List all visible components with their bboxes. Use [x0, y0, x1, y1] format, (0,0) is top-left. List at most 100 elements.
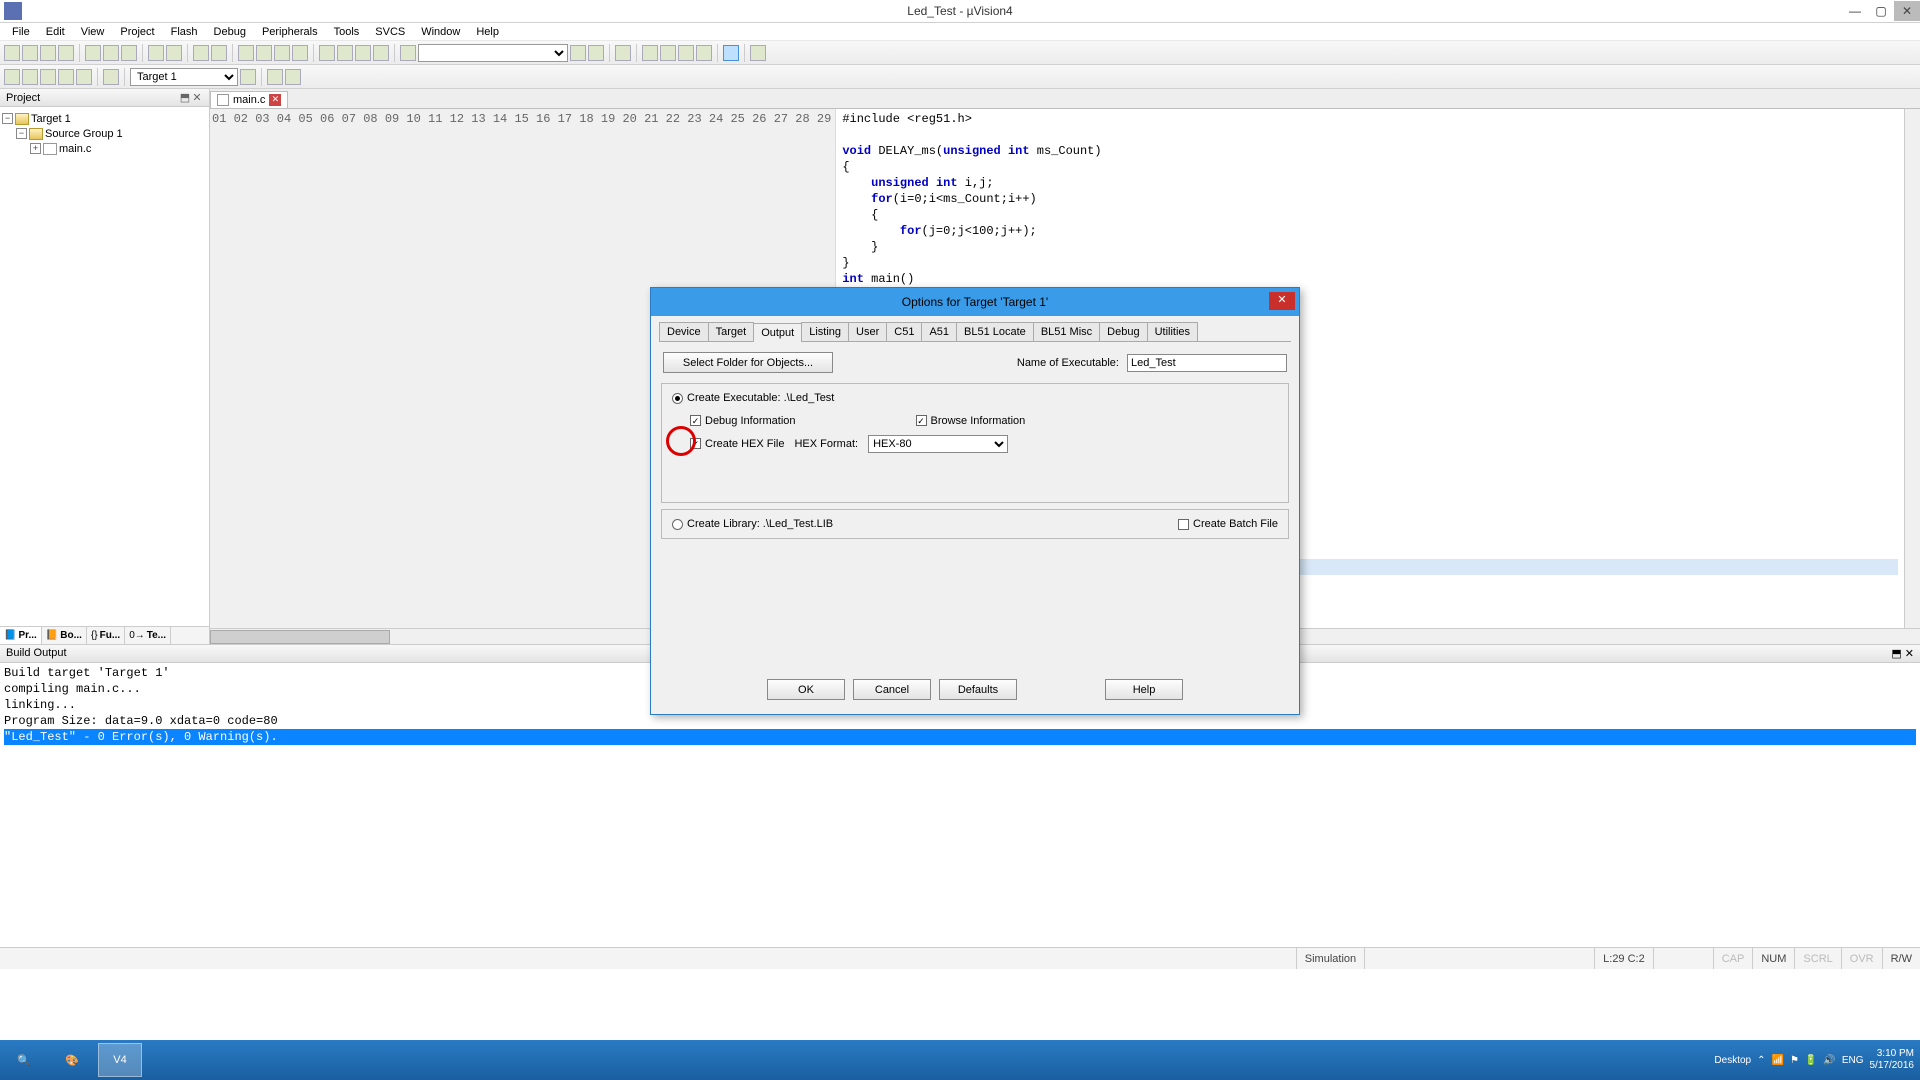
- name-exe-input[interactable]: [1127, 354, 1287, 372]
- menu-tools[interactable]: Tools: [326, 26, 368, 38]
- outdent-icon[interactable]: [337, 45, 353, 61]
- tab-bl51-misc[interactable]: BL51 Misc: [1033, 322, 1100, 341]
- tab-target[interactable]: Target: [708, 322, 755, 341]
- breakpoint-disable-icon[interactable]: [678, 45, 694, 61]
- project-tree[interactable]: −Target 1 −Source Group 1 +main.c: [0, 107, 209, 626]
- find-combo[interactable]: [418, 44, 568, 62]
- tree-expand-icon[interactable]: −: [16, 128, 27, 139]
- tab-utilities[interactable]: Utilities: [1147, 322, 1198, 341]
- cancel-button[interactable]: Cancel: [853, 679, 931, 700]
- tab-functions[interactable]: {} Fu...: [87, 627, 125, 644]
- create-batch-check[interactable]: Create Batch File: [1178, 518, 1278, 530]
- manage-components-icon[interactable]: [267, 69, 283, 85]
- find-icon[interactable]: [400, 45, 416, 61]
- target-select[interactable]: Target 1: [130, 68, 238, 86]
- create-hex-check[interactable]: Create HEX File: [690, 438, 784, 450]
- tab-listing[interactable]: Listing: [801, 322, 849, 341]
- maximize-button[interactable]: ▢: [1868, 1, 1894, 21]
- dialog-close-button[interactable]: ✕: [1269, 292, 1295, 310]
- menu-peripherals[interactable]: Peripherals: [254, 26, 326, 38]
- comment-icon[interactable]: [355, 45, 371, 61]
- menu-debug[interactable]: Debug: [206, 26, 254, 38]
- pane-close-icon[interactable]: ✕: [191, 91, 203, 104]
- rebuild-icon[interactable]: [40, 69, 56, 85]
- tray-battery-icon[interactable]: 🔋: [1805, 1055, 1817, 1066]
- copy-icon[interactable]: [103, 45, 119, 61]
- tab-project[interactable]: 📘 Pr...: [0, 627, 42, 644]
- taskbar-app-1[interactable]: 🔍: [2, 1043, 46, 1077]
- tree-expand-icon[interactable]: −: [2, 113, 13, 124]
- nav-back-icon[interactable]: [193, 45, 209, 61]
- tab-output[interactable]: Output: [753, 323, 802, 342]
- pane-pin-icon[interactable]: ⬒: [1891, 648, 1901, 660]
- minimize-button[interactable]: —: [1842, 1, 1868, 21]
- create-exe-radio[interactable]: Create Executable: .\Led_Test: [672, 392, 834, 404]
- breakpoint-kill-icon[interactable]: [696, 45, 712, 61]
- pane-close-icon[interactable]: ✕: [1905, 648, 1914, 660]
- incremental-find-icon[interactable]: [588, 45, 604, 61]
- tree-expand-icon[interactable]: +: [30, 143, 41, 154]
- tab-debug[interactable]: Debug: [1099, 322, 1147, 341]
- menu-help[interactable]: Help: [468, 26, 507, 38]
- taskbar-app-uvision[interactable]: V4: [98, 1043, 142, 1077]
- ok-button[interactable]: OK: [767, 679, 845, 700]
- cut-icon[interactable]: [85, 45, 101, 61]
- close-button[interactable]: ✕: [1894, 1, 1920, 21]
- tree-group[interactable]: Source Group 1: [45, 128, 123, 140]
- redo-icon[interactable]: [166, 45, 182, 61]
- undo-icon[interactable]: [148, 45, 164, 61]
- configure-icon[interactable]: [750, 45, 766, 61]
- tray-clock[interactable]: 3:10 PM 5/17/2016: [1870, 1048, 1915, 1072]
- tab-device[interactable]: Device: [659, 322, 709, 341]
- menu-svcs[interactable]: SVCS: [367, 26, 413, 38]
- save-all-icon[interactable]: [58, 45, 74, 61]
- bookmark-next-icon[interactable]: [274, 45, 290, 61]
- browse-info-check[interactable]: Browse Information: [916, 415, 1026, 427]
- tab-user[interactable]: User: [848, 322, 887, 341]
- tray-network-icon[interactable]: 📶: [1772, 1055, 1784, 1066]
- paste-icon[interactable]: [121, 45, 137, 61]
- menu-view[interactable]: View: [73, 26, 113, 38]
- translate-icon[interactable]: [4, 69, 20, 85]
- tray-chevron-icon[interactable]: ⌃: [1757, 1055, 1765, 1066]
- find-in-files-icon[interactable]: [570, 45, 586, 61]
- target-options-icon[interactable]: [240, 69, 256, 85]
- vertical-scrollbar[interactable]: [1904, 109, 1920, 628]
- menu-file[interactable]: File: [4, 26, 38, 38]
- tray-volume-icon[interactable]: 🔊: [1823, 1055, 1835, 1066]
- select-folder-button[interactable]: Select Folder for Objects...: [663, 352, 833, 373]
- tab-books[interactable]: 📙 Bo...: [42, 627, 87, 644]
- uncomment-icon[interactable]: [373, 45, 389, 61]
- save-icon[interactable]: [40, 45, 56, 61]
- download-icon[interactable]: [103, 69, 119, 85]
- stop-build-icon[interactable]: [76, 69, 92, 85]
- debug-info-check[interactable]: Debug Information: [690, 415, 796, 427]
- open-icon[interactable]: [22, 45, 38, 61]
- breakpoint-enable-icon[interactable]: [660, 45, 676, 61]
- file-tab-main[interactable]: main.c ✕: [210, 91, 288, 108]
- indent-icon[interactable]: [319, 45, 335, 61]
- hex-format-select[interactable]: HEX-80: [868, 435, 1008, 453]
- bookmark-prev-icon[interactable]: [256, 45, 272, 61]
- tab-a51[interactable]: A51: [921, 322, 957, 341]
- bookmark-icon[interactable]: [238, 45, 254, 61]
- file-extensions-icon[interactable]: [285, 69, 301, 85]
- build-icon[interactable]: [22, 69, 38, 85]
- menu-flash[interactable]: Flash: [163, 26, 206, 38]
- batch-build-icon[interactable]: [58, 69, 74, 85]
- tab-templates[interactable]: 0→ Te...: [125, 627, 171, 644]
- tab-bl51-locate[interactable]: BL51 Locate: [956, 322, 1034, 341]
- pane-pin-icon[interactable]: ⬒: [179, 91, 191, 104]
- help-button[interactable]: Help: [1105, 679, 1183, 700]
- create-lib-radio[interactable]: Create Library: .\Led_Test.LIB: [672, 518, 833, 530]
- new-icon[interactable]: [4, 45, 20, 61]
- desktop-button[interactable]: Desktop: [1714, 1055, 1751, 1066]
- tray-action-icon[interactable]: ⚑: [1790, 1055, 1799, 1066]
- tab-c51[interactable]: C51: [886, 322, 922, 341]
- window-layout-icon[interactable]: [723, 45, 739, 61]
- file-tab-close-icon[interactable]: ✕: [269, 94, 281, 106]
- menu-edit[interactable]: Edit: [38, 26, 73, 38]
- tree-target[interactable]: Target 1: [31, 113, 71, 125]
- dialog-titlebar[interactable]: Options for Target 'Target 1' ✕: [651, 288, 1299, 316]
- tray-lang[interactable]: ENG: [1842, 1055, 1864, 1066]
